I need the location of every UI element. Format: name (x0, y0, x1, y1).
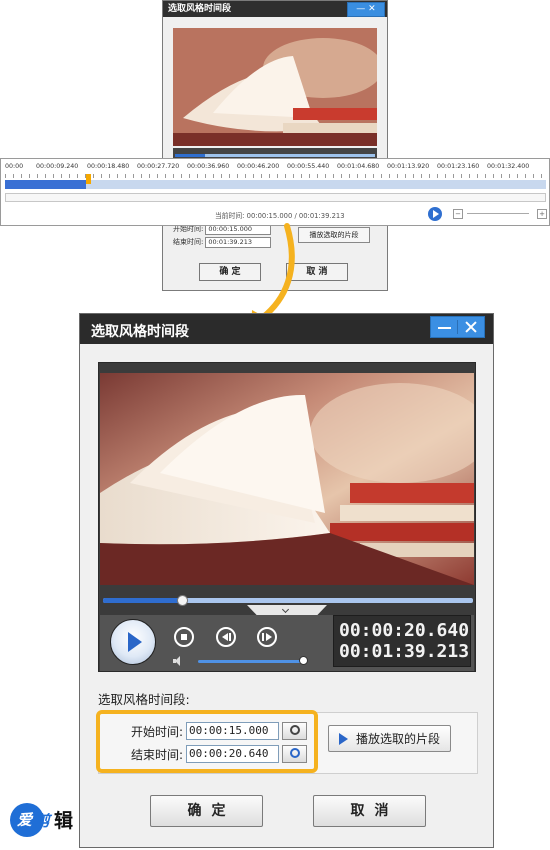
highlight-frame (96, 710, 318, 773)
timeline-play-button[interactable] (428, 207, 442, 221)
next-frame-icon[interactable] (257, 627, 277, 647)
start-time-row: 开始时间: 00:00:15.000 (103, 722, 307, 740)
end-time-label: 结束时间: (130, 747, 183, 762)
playback-controls: 00:00:20.640 00:01:39.213 (100, 615, 474, 671)
timeline-played-range (5, 180, 87, 189)
tick-label: 00:00 (5, 163, 24, 170)
play-icon (339, 732, 348, 745)
tick-label: 00:00:18.480 (87, 163, 130, 170)
mini-end-value: 00:01:39.213 (205, 236, 272, 248)
time-display: 00:00:20.640 00:01:39.213 (333, 615, 471, 667)
video-frame (100, 373, 474, 585)
current-time-readout: 当前时间: 00:00:15.000 / 00:01:39.213 (215, 212, 345, 220)
minimize-icon[interactable] (431, 317, 457, 337)
cancel-button[interactable]: 取消 (313, 795, 426, 827)
seek-knob[interactable] (176, 595, 188, 606)
timeline-playhead[interactable] (86, 174, 92, 184)
tick-label: 00:01:32.400 (487, 163, 530, 170)
tick-label: 00:01:13.920 (387, 163, 430, 170)
mini-video-frame (173, 28, 377, 146)
stop-icon[interactable] (174, 627, 194, 647)
logo-char-2: 剪 (35, 812, 51, 830)
tick-label: 00:01:23.160 (437, 163, 480, 170)
timeline-track[interactable] (5, 174, 546, 189)
section-label: 选取风格时间段: (98, 692, 190, 707)
tick-label: 00:00:36.960 (187, 163, 230, 170)
logo-char-3: 辑 (54, 810, 74, 832)
current-time: 00:00:20.640 (339, 620, 470, 641)
title-bar: 选取风格时间段 (80, 314, 493, 344)
clock-icon[interactable] (282, 722, 307, 740)
tick-label: 00:00:27.720 (137, 163, 180, 170)
volume-knob[interactable] (299, 656, 308, 665)
volume-slider[interactable] (198, 660, 306, 663)
window-controls (430, 316, 485, 338)
play-selection-button[interactable]: 播放选取的片段 (328, 725, 451, 752)
play-icon[interactable] (110, 619, 156, 665)
tick-label: 00:01:04.680 (337, 163, 380, 170)
tick-label: 00:00:09.240 (36, 163, 79, 170)
start-time-input[interactable]: 00:00:15.000 (186, 722, 279, 740)
zoom-in-icon[interactable]: + (537, 209, 547, 219)
end-time-input[interactable]: 00:00:20.640 (186, 745, 279, 763)
collapse-tab-chevron-down-icon[interactable] (247, 605, 327, 615)
mini-ok-button[interactable]: 确 定 (199, 263, 261, 281)
mini-end-label: 结束时间: (173, 238, 204, 246)
zoom-slider[interactable] (467, 213, 529, 214)
tick-label: 00:00:55.440 (287, 163, 330, 170)
volume-icon[interactable] (173, 656, 187, 666)
total-time: 00:01:39.213 (339, 641, 470, 662)
logo-char-1: 爱 (17, 811, 33, 829)
timeline-scrollbar[interactable] (5, 193, 546, 202)
timeline-panel: 00:00 00:00:09.240 00:00:18.480 00:00:27… (0, 158, 550, 226)
mini-play-selection-button[interactable]: 播放选取的片段 (298, 227, 370, 243)
start-time-label: 开始时间: (130, 724, 183, 739)
zoom-out-icon[interactable]: − (453, 209, 463, 219)
aijianji-logo: 爱 剪 辑 (10, 803, 80, 837)
ok-button[interactable]: 确定 (150, 795, 263, 827)
clock-icon[interactable] (282, 745, 307, 763)
mini-cancel-button[interactable]: 取 消 (286, 263, 348, 281)
preview-dialog-thumbnail: 选取风格时间段 — ✕ 开始时间: 00:00:15.000 结束时间: 00:01… (162, 0, 388, 291)
close-icon[interactable] (458, 317, 484, 337)
mini-window-controls[interactable]: — ✕ (347, 2, 385, 17)
end-time-row: 结束时间: 00:00:20.640 (103, 745, 307, 763)
tick-label: 00:00:46.200 (237, 163, 280, 170)
play-selection-label: 播放选取的片段 (356, 732, 441, 746)
window-title: 选取风格时间段 (91, 324, 189, 340)
seek-progress (103, 598, 181, 603)
zoom-control[interactable]: − + (453, 209, 547, 219)
video-player: 00:00:20.640 00:01:39.213 (98, 362, 476, 672)
select-style-time-dialog: 选取风格时间段 00:00:20.640 00:01:39.213 选取风格时间… (79, 313, 494, 848)
prev-frame-icon[interactable] (216, 627, 236, 647)
seek-bar[interactable] (103, 595, 473, 606)
